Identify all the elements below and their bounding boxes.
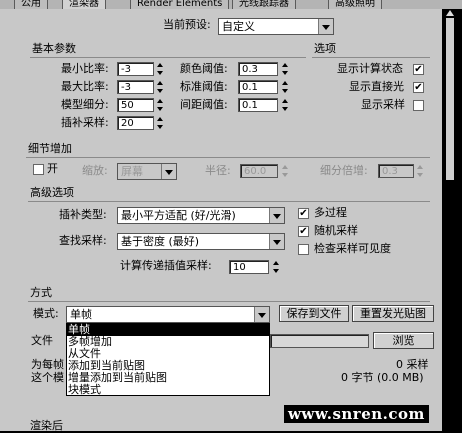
mode-dropdown[interactable]: 单帧: [66, 306, 270, 323]
show-calc-label: 显示计算状态: [337, 62, 403, 75]
check-visibility-checkbox[interactable]: [298, 244, 309, 255]
show-calc-checkbox[interactable]: ✔: [413, 64, 424, 75]
interp-type-dropdown[interactable]: 最小平方适配 (好/光滑): [117, 207, 285, 224]
chevron-down-icon: [318, 19, 333, 34]
preset-label: 当前预设:: [163, 18, 211, 31]
show-direct-checkbox[interactable]: ✔: [413, 82, 424, 93]
reset-irradiance-map-button[interactable]: 重置发光贴图: [352, 305, 434, 322]
advanced-title: 高级选项: [30, 186, 74, 199]
calc-pass-input[interactable]: 10: [229, 260, 269, 274]
lookup-label: 查找采样:: [59, 234, 107, 247]
max-rate-input[interactable]: -3: [117, 80, 154, 94]
model-subdiv-spinner[interactable]: [156, 98, 163, 112]
random-label: 随机采样: [314, 224, 358, 237]
min-rate-input[interactable]: -3: [117, 62, 154, 76]
normal-thresh-spinner[interactable]: [281, 80, 288, 94]
detail-subdiv-mult-spinner[interactable]: [416, 164, 423, 178]
file-path-input[interactable]: [270, 334, 369, 348]
bytes-count: 0 字节 (0.0 MB): [341, 371, 424, 384]
detail-title: 细节增加: [28, 142, 72, 155]
options-title: 选项: [314, 42, 336, 55]
chevron-down-icon: [254, 307, 269, 322]
mode-title: 方式: [30, 286, 52, 299]
chevron-down-icon: [161, 164, 176, 179]
scrollbar-thumb[interactable]: [446, 18, 454, 180]
redaction-mark: [178, 373, 226, 384]
detail-divider: [26, 157, 430, 158]
normal-thresh-label: 标准阈值:: [180, 80, 228, 93]
info-line-1: 为每帧: [31, 358, 64, 371]
multipass-checkbox[interactable]: ✔: [298, 208, 309, 219]
mode-divider: [28, 301, 430, 302]
interp-samples-input[interactable]: 20: [117, 116, 154, 130]
dist-thresh-spinner[interactable]: [281, 98, 288, 112]
detail-radius-label: 半径:: [205, 164, 231, 177]
info-line-2: 这个模: [31, 371, 64, 384]
normal-thresh-input[interactable]: 0.1: [238, 80, 278, 94]
basic-params-title: 基本参数: [32, 42, 76, 55]
detail-scale-label: 缩放:: [82, 164, 108, 177]
watermark: www.snren.com: [284, 405, 429, 423]
detail-subdiv-mult-input[interactable]: 0.3: [378, 164, 414, 178]
dist-thresh-label: 间距阈值:: [180, 98, 228, 111]
detail-on-checkbox[interactable]: [33, 164, 44, 175]
lookup-value: 基于密度 (最好): [121, 235, 200, 248]
interp-samples-label: 插补采样:: [61, 116, 109, 129]
show-direct-label: 显示直接光: [349, 80, 404, 93]
chevron-down-icon: [269, 208, 284, 223]
save-to-file-button[interactable]: 保存到文件: [279, 305, 349, 322]
lookup-dropdown[interactable]: 基于密度 (最好): [117, 233, 285, 250]
mode-label: 模式:: [33, 307, 59, 320]
detail-scale-value: 屏幕: [121, 165, 143, 178]
color-thresh-label: 颜色阈值:: [180, 62, 228, 75]
color-thresh-spinner[interactable]: [281, 62, 288, 76]
mode-value: 单帧: [70, 308, 92, 321]
detail-subdiv-mult-label: 细分倍增:: [320, 164, 368, 177]
max-rate-spinner[interactable]: [156, 80, 163, 94]
detail-on-label: 开: [47, 162, 58, 175]
file-label: 文件: [31, 334, 53, 347]
model-subdiv-label: 模型细分:: [61, 98, 109, 111]
detail-scale-dropdown[interactable]: 屏幕: [117, 163, 177, 180]
preset-dropdown[interactable]: 自定义: [218, 18, 334, 35]
color-thresh-input[interactable]: 0.3: [238, 62, 278, 76]
options-divider: [312, 57, 430, 58]
show-samples-checkbox[interactable]: [413, 100, 424, 111]
check-visibility-label: 检查采样可见度: [314, 242, 391, 255]
multipass-label: 多过程: [314, 206, 347, 219]
samples-count: 0 采样: [396, 358, 429, 371]
min-rate-spinner[interactable]: [156, 62, 163, 76]
interp-type-label: 插补类型:: [59, 208, 107, 221]
basic-params-divider: [30, 57, 306, 58]
preset-value: 自定义: [222, 20, 255, 33]
browse-button[interactable]: 浏览: [373, 332, 434, 349]
interp-type-value: 最小平方适配 (好/光滑): [121, 209, 236, 222]
advanced-divider: [28, 201, 430, 202]
model-subdiv-input[interactable]: 50: [117, 98, 154, 112]
detail-radius-spinner[interactable]: [281, 164, 288, 178]
show-samples-label: 显示采样: [361, 98, 405, 111]
calc-pass-spinner[interactable]: [272, 260, 279, 274]
mode-dropdown-list: 单帧 多帧增加 从文件 添加到当前贴图 增量添加到当前贴图 块模式: [66, 323, 270, 396]
dist-thresh-input[interactable]: 0.1: [238, 98, 278, 112]
detail-radius-input[interactable]: 60.0: [240, 164, 278, 178]
max-rate-label: 最大比率:: [61, 80, 109, 93]
random-checkbox[interactable]: ✔: [298, 226, 309, 237]
scroll-up-arrow-icon[interactable]: [446, 10, 454, 16]
interp-samples-spinner[interactable]: [156, 116, 163, 130]
chevron-down-icon: [269, 234, 284, 249]
calc-pass-label: 计算传递插值采样:: [120, 259, 212, 272]
min-rate-label: 最小比率:: [61, 62, 109, 75]
mode-option-bucket-mode[interactable]: 块模式: [67, 384, 269, 396]
